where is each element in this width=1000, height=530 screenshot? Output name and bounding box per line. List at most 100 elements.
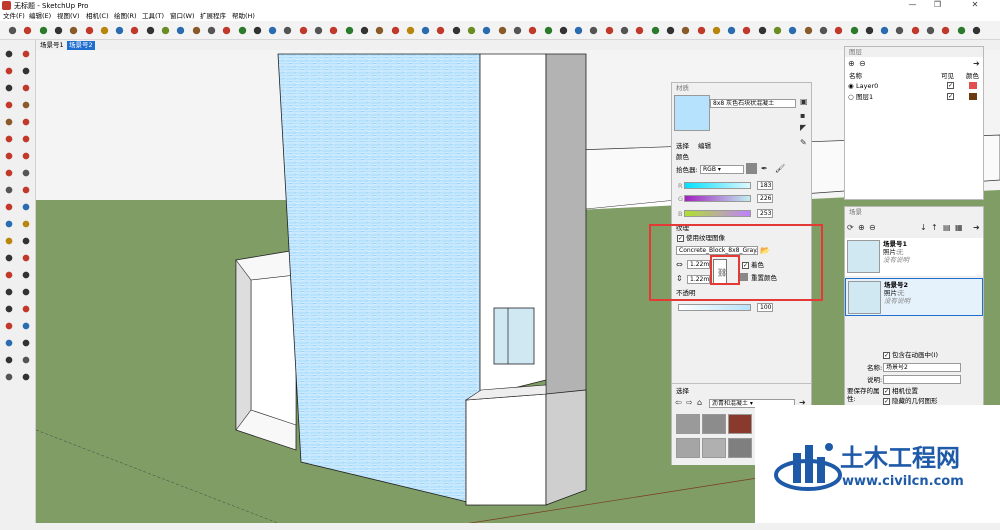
sample-paint-icon[interactable]: ✎ bbox=[800, 138, 807, 147]
palette-tool-icon[interactable] bbox=[3, 201, 15, 213]
menu-extensions[interactable]: 扩展程序 bbox=[200, 11, 226, 21]
r-value-field[interactable]: 183 bbox=[757, 181, 773, 190]
layer-color-swatch[interactable] bbox=[969, 82, 977, 89]
palette-tool-icon[interactable] bbox=[3, 65, 15, 77]
tab-scene-1[interactable]: 场景号1 bbox=[38, 41, 66, 50]
camera-position-checkbox[interactable]: ✓ bbox=[883, 388, 890, 395]
menu-camera[interactable]: 相机(C) bbox=[86, 11, 109, 21]
toolbar-tool-icon[interactable] bbox=[694, 24, 708, 37]
menu-tools[interactable]: 工具(T) bbox=[142, 11, 164, 21]
palette-tool-icon[interactable] bbox=[3, 150, 15, 162]
toolbar-tool-icon[interactable] bbox=[357, 24, 371, 37]
toolbar-tool-icon[interactable] bbox=[480, 24, 494, 37]
toolbar-tool-icon[interactable] bbox=[281, 24, 295, 37]
hidden-geometry-checkbox[interactable]: ✓ bbox=[883, 398, 890, 405]
add-scene-icon[interactable]: ⊕ bbox=[858, 223, 865, 232]
palette-tool-icon[interactable] bbox=[3, 354, 15, 366]
toolbar-tool-icon[interactable] bbox=[816, 24, 830, 37]
layer-visible-checkbox[interactable]: ✓ bbox=[947, 93, 954, 100]
toolbar-tool-icon[interactable] bbox=[449, 24, 463, 37]
toolbar-tool-icon[interactable] bbox=[266, 24, 280, 37]
add-layer-icon[interactable]: ⊕ bbox=[848, 59, 855, 68]
palette-tool-icon[interactable] bbox=[20, 218, 32, 230]
r-slider[interactable] bbox=[684, 182, 751, 189]
toolbar-tool-icon[interactable] bbox=[771, 24, 784, 37]
toolbar-tool-icon[interactable] bbox=[465, 24, 478, 37]
refresh-scene-icon[interactable]: ⟳ bbox=[847, 223, 854, 232]
toolbar-tool-icon[interactable] bbox=[862, 24, 876, 37]
palette-tool-icon[interactable] bbox=[3, 218, 15, 230]
material-thumb[interactable] bbox=[702, 438, 726, 458]
toolbar-tool-icon[interactable] bbox=[6, 24, 19, 37]
toolbar-tool-icon[interactable] bbox=[679, 24, 693, 37]
include-animation-checkbox[interactable]: ✓ bbox=[883, 352, 890, 359]
maximize-icon[interactable]: ❐ bbox=[925, 0, 950, 11]
material-thumb[interactable] bbox=[676, 414, 700, 434]
palette-tool-icon[interactable] bbox=[3, 82, 15, 94]
toolbar-tool-icon[interactable] bbox=[113, 24, 127, 37]
toolbar-tool-icon[interactable] bbox=[801, 24, 815, 37]
toolbar-tool-icon[interactable] bbox=[250, 24, 264, 37]
toolbar-tool-icon[interactable] bbox=[204, 24, 218, 37]
scene-list-item[interactable]: 场景号2 照片: 无 没有说明 bbox=[845, 278, 983, 316]
toolbar-tool-icon[interactable] bbox=[82, 24, 96, 37]
toolbar-tool-icon[interactable] bbox=[526, 24, 540, 37]
delete-layer-icon[interactable]: ⊖ bbox=[859, 59, 866, 68]
menu-view[interactable]: 视图(V) bbox=[57, 11, 80, 21]
toolbar-tool-icon[interactable] bbox=[220, 24, 234, 37]
toolbar-tool-icon[interactable] bbox=[709, 24, 723, 37]
palette-tool-icon[interactable] bbox=[20, 371, 32, 383]
toolbar-tool-icon[interactable] bbox=[969, 24, 983, 37]
material-thumb[interactable] bbox=[702, 414, 726, 434]
scene-name-field[interactable]: 场景号2 bbox=[883, 363, 961, 372]
palette-tool-icon[interactable] bbox=[20, 82, 32, 94]
palette-tool-icon[interactable] bbox=[3, 269, 15, 281]
material-thumb[interactable] bbox=[728, 414, 752, 434]
toolbar-tool-icon[interactable] bbox=[939, 24, 953, 37]
palette-tool-icon[interactable] bbox=[3, 99, 15, 111]
palette-tool-icon[interactable] bbox=[20, 235, 32, 247]
minimize-icon[interactable]: — bbox=[900, 0, 925, 11]
toolbar-tool-icon[interactable] bbox=[663, 24, 677, 37]
g-slider[interactable] bbox=[684, 195, 751, 202]
layer-details-icon[interactable]: ➜ bbox=[973, 59, 980, 68]
toolbar-tool-icon[interactable] bbox=[755, 24, 769, 37]
toolbar-tool-icon[interactable] bbox=[587, 24, 601, 37]
palette-tool-icon[interactable] bbox=[3, 286, 15, 298]
palette-tool-icon[interactable] bbox=[20, 133, 32, 145]
back-arrow-icon[interactable]: ⇦ bbox=[675, 398, 682, 407]
palette-tool-icon[interactable] bbox=[3, 116, 15, 128]
scene-list-item[interactable]: 场景号1 照片: 无 没有说明 bbox=[845, 238, 983, 276]
toolbar-tool-icon[interactable] bbox=[403, 24, 417, 37]
toolbar-tool-icon[interactable] bbox=[296, 24, 310, 37]
display-secondary-icon[interactable]: ◤ bbox=[800, 123, 806, 132]
match-color-model-icon[interactable]: ✒ bbox=[761, 164, 768, 173]
toolbar-tool-icon[interactable] bbox=[373, 24, 387, 37]
palette-tool-icon[interactable] bbox=[3, 303, 15, 315]
palette-tool-icon[interactable] bbox=[3, 371, 15, 383]
tab-select[interactable]: 选择 bbox=[676, 142, 689, 150]
layer-radio-icon[interactable]: ○ bbox=[848, 93, 854, 101]
toolbar-tool-icon[interactable] bbox=[434, 24, 448, 37]
layer-radio-icon[interactable]: ◉ bbox=[848, 82, 854, 90]
create-material-icon[interactable]: ▣ bbox=[800, 97, 808, 106]
color-picker-select[interactable]: RGB ▾ bbox=[700, 165, 744, 174]
toolbar-tool-icon[interactable] bbox=[924, 24, 937, 37]
toolbar-tool-icon[interactable] bbox=[159, 24, 172, 37]
layer-color-swatch[interactable] bbox=[969, 93, 977, 100]
toolbar-tool-icon[interactable] bbox=[128, 24, 142, 37]
b-value-field[interactable]: 253 bbox=[757, 209, 773, 218]
material-name-field[interactable]: 8x8 灰色石块状混凝土 bbox=[710, 99, 796, 108]
toolbar-tool-icon[interactable] bbox=[740, 24, 754, 37]
palette-tool-icon[interactable] bbox=[3, 320, 15, 332]
tab-edit[interactable]: 编辑 bbox=[698, 142, 711, 150]
toolbar-tool-icon[interactable] bbox=[327, 24, 341, 37]
palette-tool-icon[interactable] bbox=[20, 48, 32, 60]
palette-tool-icon[interactable] bbox=[20, 286, 32, 298]
toolbar-tool-icon[interactable] bbox=[21, 24, 35, 37]
palette-tool-icon[interactable] bbox=[20, 167, 32, 179]
toggle-details-icon[interactable]: ▦ bbox=[955, 223, 963, 232]
toolbar-tool-icon[interactable] bbox=[633, 24, 647, 37]
toolbar-tool-icon[interactable] bbox=[51, 24, 65, 37]
menu-window[interactable]: 窗口(W) bbox=[170, 11, 195, 21]
